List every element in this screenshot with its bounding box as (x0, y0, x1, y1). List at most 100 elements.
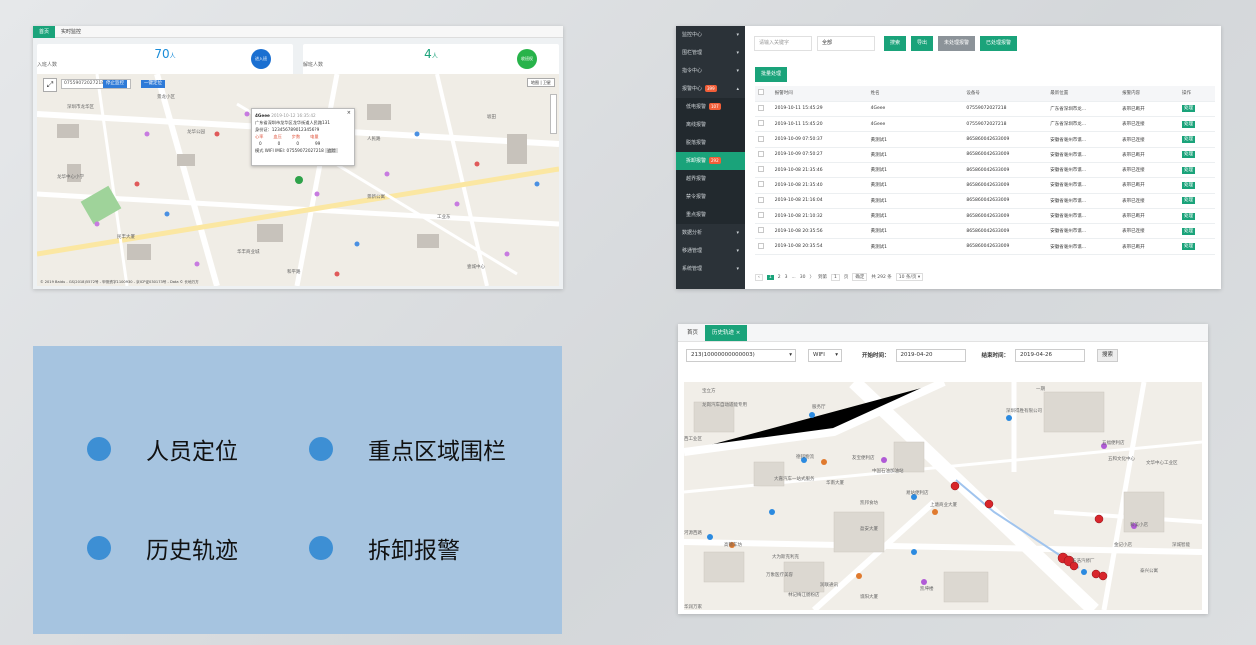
prev-page-icon[interactable]: ‹ (755, 273, 763, 281)
end-date-input[interactable]: 2019-04-26 (1015, 348, 1086, 362)
device-select[interactable]: 213(10000000000003) ▾ (686, 348, 796, 362)
map-type-switch[interactable]: 地图 | 卫星 (527, 78, 555, 87)
popup-imei: 身份证：1234567890123456?9 (255, 127, 320, 132)
handle-button[interactable]: 处理 (1182, 243, 1196, 251)
page-unit-label: 页 (843, 275, 849, 280)
table-cell: 安徽省毫州市谯... (1047, 238, 1120, 255)
handle-button[interactable]: 处理 (1182, 212, 1196, 220)
page-number[interactable]: ... (791, 275, 795, 280)
monitor-map[interactable]: 深圳市龙华区 龙华公园 人民路 工业东 民丰大厦 华丰商业城 景新公寓 坂田 龙… (37, 74, 559, 286)
popup-track-button[interactable]: 追踪 (325, 148, 338, 153)
sidebar-item[interactable]: 脱落报警 (676, 134, 745, 152)
goto-confirm-button[interactable]: 确定 (852, 273, 868, 281)
page-number[interactable]: 2 (778, 275, 781, 280)
row-checkbox-cell (755, 162, 772, 179)
handle-button[interactable]: 处理 (1182, 105, 1196, 113)
bullet-icon (309, 536, 333, 560)
row-checkbox[interactable] (758, 120, 764, 127)
map-label: 上塘商业大厦 (930, 503, 957, 508)
search-input[interactable]: 请输入关键字 (754, 36, 812, 51)
row-checkbox[interactable] (758, 135, 764, 142)
next-page-icon[interactable]: 〉 (809, 274, 814, 280)
row-checkbox[interactable] (758, 150, 764, 157)
row-checkbox[interactable] (758, 196, 764, 203)
table-cell: 广东省深圳市龙... (1047, 101, 1120, 118)
page-size-select[interactable]: 10 条/页 ▾ (895, 273, 924, 281)
row-checkbox[interactable] (758, 104, 764, 111)
sidebar-item[interactable]: 指令中心 ▾ (676, 62, 745, 80)
tab-realtime[interactable]: 实时监控 (55, 26, 87, 38)
sidebar-item[interactable]: 报警中心 399 ▴ (676, 80, 745, 98)
popup-steps: 步数 (291, 134, 301, 139)
tab-home[interactable]: 首页 (33, 26, 56, 38)
handle-button[interactable]: 处理 (1182, 136, 1196, 144)
sidebar-item[interactable]: 重点报警 (676, 206, 745, 224)
sidebar-item-label: 禁令报警 (686, 194, 707, 200)
column-header: 报警内容 (1119, 86, 1180, 102)
goto-page-input[interactable]: 1 (830, 273, 840, 281)
sidebar-item[interactable]: 禁令报警 (676, 188, 745, 206)
stop-monitor-button[interactable]: 停止监控 (103, 80, 127, 88)
handle-button[interactable]: 处理 (1182, 227, 1196, 235)
page-number[interactable]: 30 (800, 275, 806, 280)
sidebar-item[interactable]: 离线报警 (676, 116, 745, 134)
sidebar-item[interactable]: 围栏管理 ▾ (676, 44, 745, 62)
handle-button[interactable]: 处理 (1182, 197, 1196, 205)
mode-select[interactable]: WIFI ▾ (808, 348, 842, 362)
alarm-toolbar: 请输入关键字 全部 搜索 导出 未处理报警 已处理报警 (745, 26, 1221, 51)
table-row: 2019-10-09 07:50:27 黄测试1 865860042633009 安徽… (755, 147, 1215, 163)
row-checkbox[interactable] (758, 212, 764, 219)
handle-button[interactable]: 处理 (1182, 181, 1196, 189)
chevron-icon: ▴ (736, 86, 739, 92)
map-label: 友宝便利店 (852, 456, 875, 461)
map-label: 西工业区 (684, 437, 702, 442)
sidebar-item[interactable]: 系统管理 ▾ (676, 260, 745, 278)
handled-alarm-button[interactable]: 已处理报警 (980, 36, 1018, 51)
map-side-toolbar[interactable] (550, 94, 557, 134)
map-label: 大嘉汽车一站式服务 (774, 477, 815, 482)
table-cell: 2019-10-09 07:50:27 (771, 147, 868, 163)
row-checkbox[interactable] (758, 227, 764, 234)
status-filter-select[interactable]: 全部 (817, 36, 875, 51)
sidebar-item[interactable]: 数据分析 ▾ (676, 224, 745, 242)
unhandled-alarm-button[interactable]: 未处理报警 (938, 36, 976, 51)
sidebar-item[interactable]: 越界报警 (676, 170, 745, 188)
map-label: 深城智能 (1172, 543, 1190, 548)
start-date-input[interactable]: 2019-04-20 (895, 348, 966, 362)
row-checkbox[interactable] (758, 181, 764, 188)
table-cell: 2019-10-08 21:10:32 (771, 208, 868, 225)
popup-wifi-line: 模式 WIFI IMEI: 07559072027218 (255, 148, 324, 153)
sidebar-item[interactable]: 监控中心 ▾ (676, 26, 745, 44)
column-header[interactable] (755, 86, 772, 102)
locate-button[interactable]: 一键定位 (141, 80, 165, 88)
page-number[interactable]: 3 (785, 275, 788, 280)
close-icon[interactable]: × (347, 110, 351, 117)
search-button[interactable]: 搜索 (1097, 348, 1119, 362)
handle-button[interactable]: 处理 (1182, 120, 1196, 128)
sidebar-item[interactable]: 拆卸报警 292 (676, 152, 745, 170)
stat-in-circle[interactable]: 进入班 (251, 49, 271, 69)
sidebar-item[interactable]: 低电报警 107 (676, 98, 745, 116)
row-checkbox[interactable] (758, 242, 764, 249)
search-button[interactable]: 搜索 (884, 36, 907, 51)
map-label: 东浩汽修厂 (1072, 559, 1095, 564)
track-map[interactable]: 宝立方 龙岗汽车自动适能专用 服务厅 西工业区 德邦物流 友宝便利店 大嘉汽车一站式服务 华南… (684, 382, 1202, 610)
sidebar-item[interactable]: 移通管理 ▾ (676, 242, 745, 260)
map-label: 龙华中心小学 (57, 175, 84, 180)
export-button[interactable]: 导出 (911, 36, 934, 51)
map-zoom-icon[interactable]: ⤢ (43, 78, 57, 92)
tab-history-track[interactable]: 历史轨迹 × (705, 325, 748, 341)
sidebar-item-label: 数据分析 (682, 230, 703, 236)
batch-handle-button[interactable]: 批量处理 (755, 67, 788, 82)
table-cell: 黄测试1 (867, 131, 964, 148)
select-all-checkbox[interactable] (758, 89, 764, 96)
table-cell: 处理 (1179, 131, 1215, 148)
row-checkbox[interactable] (758, 166, 764, 173)
stat-out-circle[interactable]: 收班权 (517, 49, 537, 69)
row-checkbox-cell (755, 238, 772, 255)
handle-button[interactable]: 处理 (1182, 151, 1196, 159)
handle-button[interactable]: 处理 (1182, 166, 1196, 174)
tab-home[interactable]: 首页 (680, 325, 705, 341)
page-number[interactable]: 1 (766, 274, 774, 280)
column-header: 姓名 (867, 86, 964, 102)
